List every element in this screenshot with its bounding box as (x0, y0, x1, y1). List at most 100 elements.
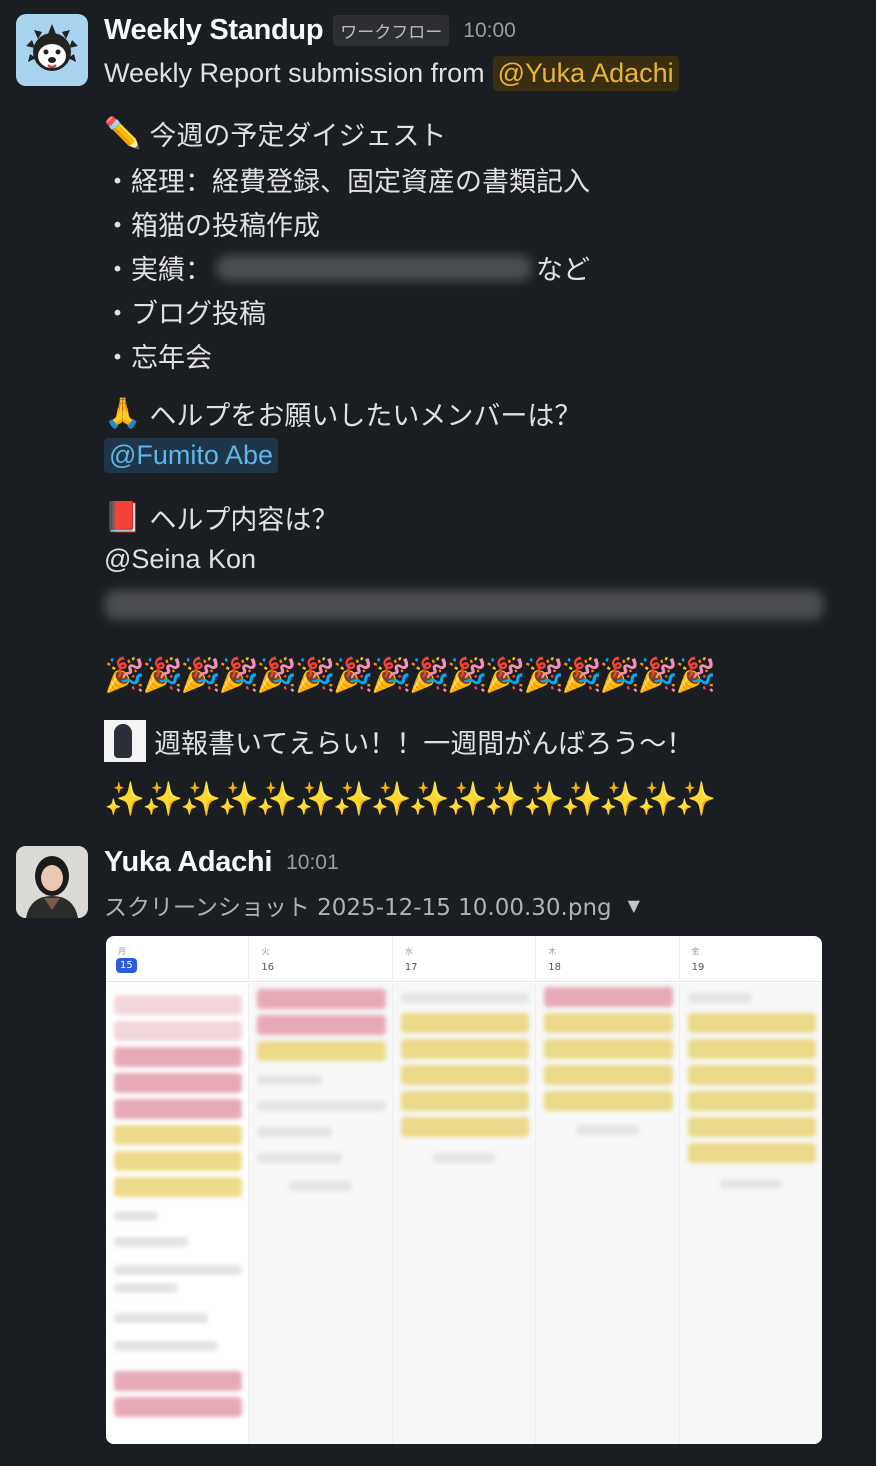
hedgehog-avatar[interactable] (16, 14, 88, 86)
timestamp[interactable]: 10:01 (286, 851, 339, 875)
calendar-event (114, 1397, 243, 1417)
calendar-event (114, 1125, 243, 1145)
calendar-event (544, 1065, 673, 1085)
calendar-event (544, 987, 673, 1007)
calendar-event (400, 1065, 530, 1085)
help-content-redacted (104, 590, 824, 620)
calendar-event (114, 1313, 209, 1323)
calendar-event (544, 1039, 673, 1059)
user-message-header: Yuka Adachi 10:01 (104, 846, 339, 879)
bot-message-header: Weekly Standup ワークフロー 10:00 (104, 14, 516, 47)
date-label: 18 (548, 962, 561, 973)
mention-seina-kon[interactable]: @Seina Kon (104, 544, 256, 575)
folded-hands-icon: 🙏 (104, 395, 142, 431)
date-label: 19 (691, 962, 705, 973)
custom-emoji-icon (104, 720, 146, 762)
weekday-label: 月 (118, 947, 126, 956)
day-column (392, 983, 537, 1444)
calendar-event (687, 1013, 817, 1033)
calendar-event (257, 1153, 342, 1163)
digest-title: 今週の予定ダイジェスト (149, 121, 447, 152)
calendar-event (114, 1151, 243, 1171)
calendar-event (687, 1143, 817, 1163)
help-member-title: ヘルプをお願いしたいメンバーは？ (149, 401, 582, 432)
calendar-event (114, 1283, 179, 1293)
calendar-event (719, 1179, 783, 1189)
day-header: 月 15 (106, 936, 250, 981)
image-preview[interactable]: 月 15 火 16 水 17 木 18 金 19 (106, 936, 822, 1444)
file-name[interactable]: スクリーンショット 2025-12-15 10.00.30.png (104, 888, 612, 922)
calendar-event (114, 1265, 243, 1275)
calendar-event (400, 1039, 530, 1059)
calendar-event (687, 1091, 817, 1111)
calendar-event (114, 1211, 159, 1221)
pencil-icon: ✏️ (104, 115, 142, 151)
section-help-content-heading: 📕 ヘルプ内容は？ (104, 498, 338, 537)
list-item: ・実績： など (104, 248, 590, 287)
day-header: 火 16 (249, 936, 393, 981)
list-item-text: ・ブログ投稿 (104, 299, 266, 330)
list-item: ・箱猫の投稿作成 (104, 204, 320, 243)
redacted-text (104, 590, 824, 620)
date-label: 15 (116, 958, 137, 973)
day-header: 水 17 (393, 936, 537, 981)
calendar-event (114, 1341, 219, 1351)
calendar-event (687, 1117, 817, 1137)
calendar-header: 月 15 火 16 水 17 木 18 金 19 (106, 936, 822, 982)
sender-name[interactable]: Weekly Standup (104, 14, 324, 47)
list-item: ・忘年会 (104, 336, 212, 375)
person-photo-icon (16, 846, 88, 918)
list-item: ・経理：経費登録、固定資産の書類記入 (104, 160, 590, 199)
calendar-event (114, 1073, 243, 1093)
workflow-badge: ワークフロー (333, 15, 450, 46)
cheer-text: 週報書いてえらい！！一週間がんばろう〜！ (154, 728, 694, 760)
file-attachment-header[interactable]: スクリーンショット 2025-12-15 10.00.30.png ▼ (104, 888, 640, 922)
weekday-label: 木 (548, 947, 557, 956)
calendar-event (289, 1181, 352, 1191)
day-column (679, 983, 822, 1444)
calendar-event (432, 1153, 496, 1163)
section-digest-heading: ✏️ 今週の予定ダイジェスト (104, 114, 446, 153)
party-popper-row: 🎉🎉🎉🎉🎉🎉🎉🎉🎉🎉🎉🎉🎉🎉🎉🎉 (104, 655, 716, 694)
calendar-event (400, 1091, 530, 1111)
section-help-member-heading: 🙏 ヘルプをお願いしたいメンバーは？ (104, 394, 581, 433)
submission-line: Weekly Report submission from @Yuka Adac… (104, 56, 679, 91)
calendar-event (257, 1101, 386, 1111)
day-header: 金 19 (680, 936, 822, 981)
weekday-label: 火 (261, 947, 270, 956)
mention-yuka-adachi[interactable]: @Yuka Adachi (492, 56, 679, 91)
calendar-event (114, 995, 243, 1015)
calendar-event (114, 1021, 243, 1041)
help-content-mention-line: @Seina Kon (104, 544, 256, 575)
calendar-event (257, 989, 386, 1009)
calendar-event (687, 1065, 817, 1085)
timestamp[interactable]: 10:00 (463, 19, 516, 43)
day-column (249, 983, 393, 1444)
calendar-body (106, 983, 822, 1444)
day-column (536, 983, 680, 1444)
calendar-event (114, 1237, 189, 1247)
mention-fumito-abe[interactable]: @Fumito Abe (104, 438, 278, 473)
list-item-text: ・箱猫の投稿作成 (104, 211, 320, 242)
calendar-event (257, 1015, 386, 1035)
hedgehog-icon (26, 24, 78, 71)
calendar-event (114, 1371, 243, 1391)
calendar-event (400, 1117, 530, 1137)
calendar-event (257, 1075, 322, 1085)
day-header: 木 18 (536, 936, 680, 981)
list-item-text: ・忘年会 (104, 343, 212, 374)
weekday-label: 水 (404, 947, 413, 956)
calendar-event (257, 1127, 332, 1137)
weekday-label: 金 (691, 947, 700, 956)
list-item-text: ・実績： (104, 255, 212, 286)
date-label: 17 (404, 962, 418, 973)
date-label: 16 (261, 962, 275, 973)
user-avatar[interactable] (16, 846, 88, 918)
help-member-line: @Fumito Abe (104, 438, 278, 473)
calendar-event (400, 1013, 530, 1033)
chevron-down-icon[interactable]: ▼ (628, 896, 640, 915)
sender-name[interactable]: Yuka Adachi (104, 846, 272, 879)
list-item-suffix: など (536, 255, 590, 286)
day-column (106, 983, 250, 1444)
calendar-event (687, 1039, 817, 1059)
